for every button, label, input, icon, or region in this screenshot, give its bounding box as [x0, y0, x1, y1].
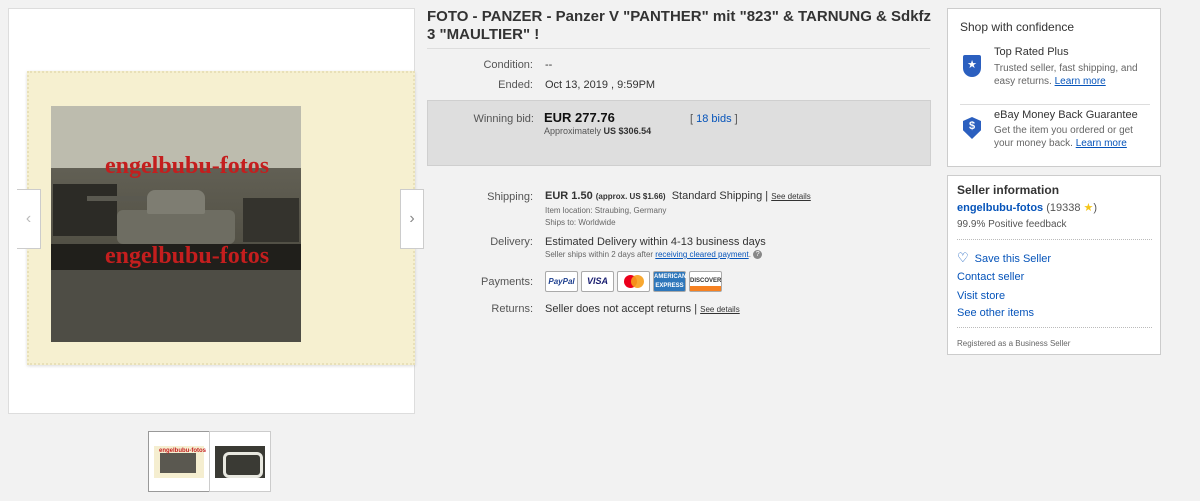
seller-name-row: engelbubu-fotos (19338 ★) — [957, 201, 1097, 214]
returns-text: Seller does not accept returns | — [545, 303, 698, 315]
shipping-approx: (approx. US $1.66) — [595, 192, 666, 201]
photo-tank-hull — [117, 210, 235, 244]
photo-tank-turret — [147, 190, 205, 214]
item-title: FOTO - PANZER - Panzer V "PANTHER" mit "… — [427, 8, 932, 43]
watermark-bottom: engelbubu-fotos — [105, 243, 270, 269]
item-photo[interactable]: engelbubu-fotos engelbubu-fotos — [27, 71, 415, 365]
confidence-divider — [960, 104, 1150, 105]
bid-amount: EUR 277.76 — [544, 110, 615, 125]
returns-see-details-link[interactable]: See details — [700, 305, 740, 314]
photo-truck — [243, 198, 299, 242]
contact-seller-link[interactable]: Contact seller — [957, 271, 1024, 283]
save-seller-link[interactable]: ♡ Save this Seller — [957, 250, 1051, 266]
photo-ground — [51, 270, 301, 342]
bid-approx-value: US $306.54 — [603, 126, 652, 136]
seller-divider-bottom — [957, 327, 1152, 328]
winning-bid-box: Winning bid: EUR 277.76 Approximately US… — [427, 100, 931, 166]
mastercard-circle-orange — [631, 275, 644, 288]
bid-approx-prefix: Approximately — [544, 126, 602, 136]
confidence-heading: Shop with confidence — [960, 20, 1075, 34]
condition-value: -- — [545, 59, 553, 71]
payments-label: Payments: — [481, 276, 533, 288]
visa-logo-icon: VISA — [581, 271, 614, 292]
top-rated-learn-more-link[interactable]: Learn more — [1055, 76, 1106, 87]
bid-count: [ 18 bids ] — [690, 113, 738, 125]
winning-bid-label: Winning bid: — [473, 113, 534, 125]
seller-feedback: 99.9% Positive feedback — [957, 219, 1067, 230]
shipping-amount: EUR 1.50 — [545, 190, 593, 202]
bid-count-open: [ — [690, 113, 694, 125]
image-viewer[interactable]: engelbubu-fotos engelbubu-fotos ‹ › — [8, 8, 424, 414]
help-icon[interactable]: ? — [753, 250, 763, 260]
money-back-shield-icon: $ — [963, 117, 981, 139]
dollar-icon: $ — [968, 120, 976, 132]
discover-logo-bar — [690, 286, 721, 291]
shipping-see-details-link[interactable]: See details — [771, 192, 811, 201]
visit-store-link[interactable]: Visit store — [957, 290, 1005, 302]
photo-railway-wagon — [53, 184, 117, 236]
delivery-label: Delivery: — [490, 236, 533, 248]
seller-name-link[interactable]: engelbubu-fotos — [957, 202, 1043, 214]
seller-score-close: ) — [1093, 202, 1098, 214]
title-divider — [427, 48, 930, 49]
save-seller-label: Save this Seller — [974, 253, 1052, 265]
guarantee-title: eBay Money Back Guarantee — [994, 109, 1138, 121]
item-location: Item location: Straubing, Germany — [545, 206, 667, 215]
shipping-value: EUR 1.50 (approx. US $1.66) Standard Shi… — [545, 190, 811, 202]
seller-heading: Seller information — [957, 183, 1060, 197]
bid-count-close: ] — [734, 113, 738, 125]
ended-value: Oct 13, 2019 , 9:59PM — [545, 79, 656, 91]
discover-logo-icon: DISCOVER — [689, 271, 722, 292]
ended-label: Ended: — [498, 79, 533, 91]
see-other-items-link[interactable]: See other items — [957, 307, 1034, 319]
delivery-note: Seller ships within 2 days after receivi… — [545, 250, 763, 260]
delivery-note-prefix: Seller ships within 2 days after — [545, 250, 654, 259]
top-rated-star-icon: ★ — [967, 59, 977, 71]
bids-link[interactable]: 18 bids — [696, 113, 731, 125]
shipping-label: Shipping: — [487, 191, 533, 203]
shop-with-confidence-panel: Shop with confidence ★ Top Rated Plus Tr… — [947, 8, 1161, 167]
condition-label: Condition: — [483, 59, 533, 71]
shipping-method: Standard Shipping | — [671, 190, 769, 202]
thumbnail-2[interactable] — [209, 431, 271, 492]
returns-value: Seller does not accept returns | See det… — [545, 303, 740, 315]
heart-icon: ♡ — [957, 250, 969, 265]
yellow-star-icon: ★ — [1083, 202, 1094, 214]
top-rated-badge-icon: ★ — [963, 55, 981, 77]
guarantee-desc: Get the item you ordered or get your mon… — [994, 124, 1154, 150]
top-rated-desc: Trusted seller, fast shipping, and easy … — [994, 62, 1154, 88]
thumbnail-1-watermark: engelbubu-fotos — [159, 448, 206, 454]
paypal-logo-icon: PayPal — [545, 271, 578, 292]
photo-tank-gun — [87, 196, 151, 201]
guarantee-learn-more-link[interactable]: Learn more — [1076, 138, 1127, 149]
chevron-right-icon[interactable]: › — [400, 189, 424, 249]
delivery-value: Estimated Delivery within 4-13 business … — [545, 236, 766, 248]
thumbnail-1[interactable]: engelbubu-fotos — [148, 431, 210, 492]
photo-scene — [51, 106, 301, 342]
seller-information-panel: Seller information engelbubu-fotos (1933… — [947, 175, 1161, 355]
registered-business-seller: Registered as a Business Seller — [957, 339, 1071, 348]
cleared-payment-link[interactable]: receiving cleared payment — [655, 250, 748, 259]
ships-to: Ships to: Worldwide — [545, 218, 616, 227]
top-rated-title: Top Rated Plus — [994, 46, 1069, 58]
discover-logo-text: DISCOVER — [690, 278, 722, 284]
seller-divider-top — [957, 239, 1152, 240]
delivery-note-suffix: . — [748, 250, 751, 259]
amex-logo-icon: AMERICAN EXPRESS — [653, 271, 686, 292]
seller-score: (19338 ★) — [1046, 202, 1097, 214]
thumbnail-2-image — [215, 446, 265, 478]
watermark-top: engelbubu-fotos — [105, 153, 270, 179]
returns-label: Returns: — [491, 303, 533, 315]
bid-approx: Approximately US $306.54 — [544, 126, 651, 136]
seller-score-value[interactable]: (19338 — [1046, 202, 1080, 214]
mastercard-logo-icon — [617, 271, 650, 292]
chevron-left-icon[interactable]: ‹ — [17, 189, 41, 249]
